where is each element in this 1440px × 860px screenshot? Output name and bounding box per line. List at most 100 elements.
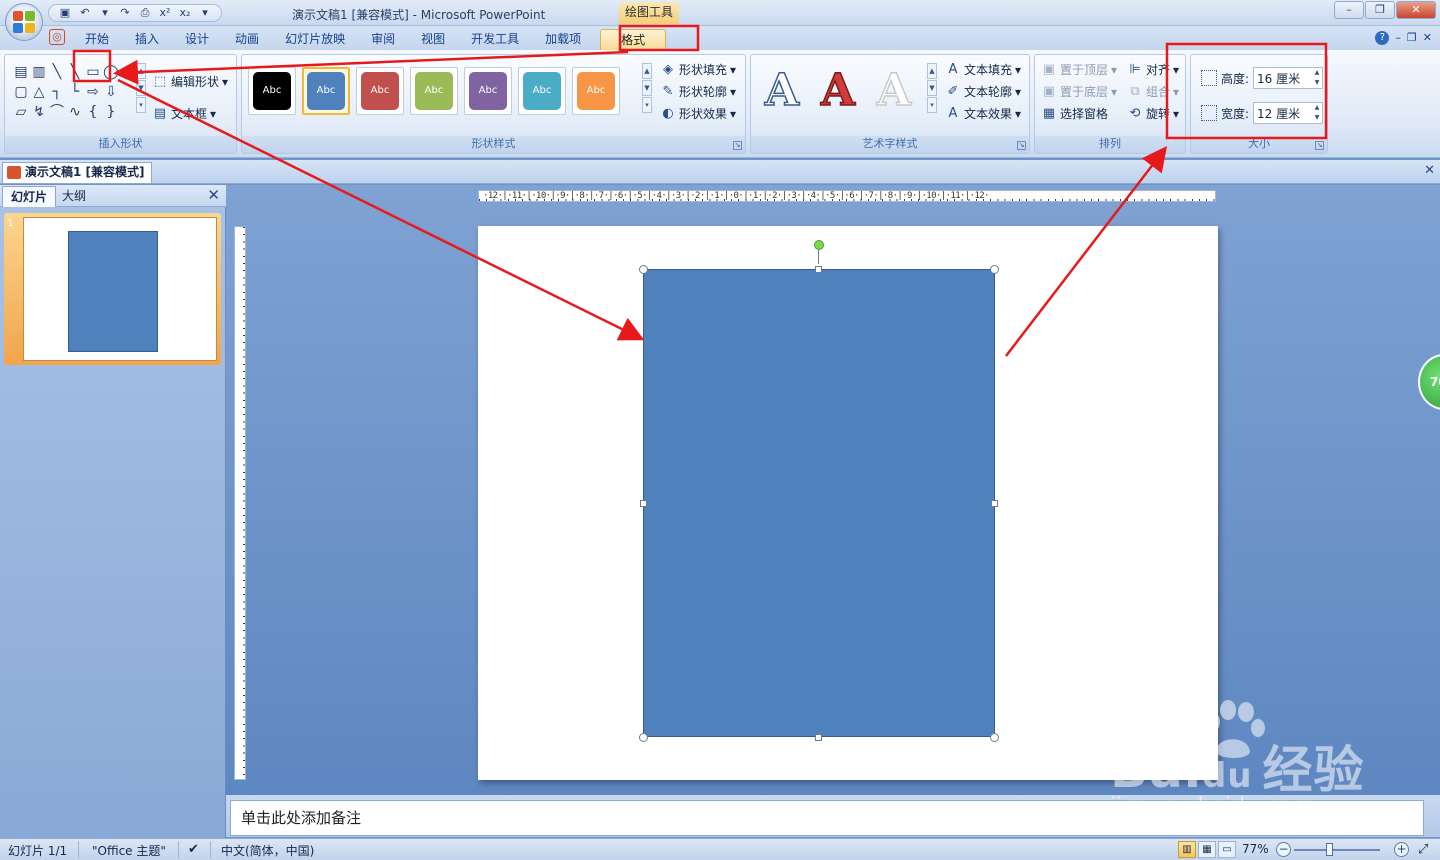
- selected-rectangle-shape[interactable]: [643, 269, 995, 737]
- slideshow-view-icon[interactable]: ▭: [1218, 841, 1236, 858]
- slide-sorter-icon[interactable]: ▦: [1198, 841, 1216, 858]
- scroll-up-icon[interactable]: ▲: [136, 63, 146, 79]
- shape-tool-10[interactable]: └: [66, 83, 84, 103]
- undo-icon[interactable]: ↶: [77, 6, 93, 20]
- shape-style-4[interactable]: Abc: [464, 67, 512, 115]
- shape-tool-0[interactable]: ▤: [12, 63, 30, 83]
- shape-tool-18[interactable]: {: [84, 103, 102, 123]
- tab-outline[interactable]: 大纲: [54, 186, 94, 207]
- shape-tool-14[interactable]: ▱: [12, 103, 30, 123]
- redo-icon[interactable]: ↷: [117, 6, 133, 20]
- addin-icon[interactable]: ◎: [49, 29, 65, 45]
- close-icon[interactable]: ✕: [1396, 1, 1436, 19]
- shape-tool-1[interactable]: ▥: [30, 63, 48, 83]
- shape-tool-3[interactable]: ╲: [66, 63, 84, 83]
- tab-animation[interactable]: 动画: [222, 29, 272, 50]
- wordart-style-2[interactable]: A: [869, 64, 919, 117]
- scroll-down-icon[interactable]: ▼: [136, 80, 146, 96]
- help-icon[interactable]: ?: [1375, 31, 1390, 45]
- wordart-style-1[interactable]: A: [813, 64, 863, 117]
- close-document-icon[interactable]: ✕: [1424, 163, 1435, 178]
- more-icon[interactable]: ▾: [642, 97, 652, 113]
- shape-fill-button[interactable]: ◈ 形状填充 ▾: [660, 61, 736, 78]
- scroll-up-icon[interactable]: ▲: [927, 63, 937, 79]
- maximize-icon[interactable]: ❐: [1365, 1, 1395, 19]
- notes-input[interactable]: 单击此处添加备注: [230, 800, 1424, 836]
- spell-check-icon[interactable]: ✔: [188, 842, 199, 857]
- resize-handle-bottom-left[interactable]: [639, 733, 648, 742]
- tab-design[interactable]: 设计: [172, 29, 222, 50]
- resize-handle-left[interactable]: [640, 500, 647, 507]
- shape-tool-11[interactable]: ⇨: [84, 83, 102, 103]
- doc-restore-icon[interactable]: ❐: [1407, 31, 1417, 45]
- bring-to-front-button[interactable]: ▣ 置于顶层 ▾: [1041, 61, 1117, 78]
- tab-review[interactable]: 审阅: [358, 29, 408, 50]
- resize-handle-top[interactable]: [815, 266, 822, 273]
- tab-addins[interactable]: 加载项: [532, 29, 594, 50]
- shape-tool-4[interactable]: ▭: [84, 63, 102, 83]
- shape-style-1[interactable]: Abc: [302, 67, 350, 115]
- shape-tool-7[interactable]: ▢: [12, 83, 30, 103]
- customize-qat-icon[interactable]: ▾: [197, 6, 213, 20]
- scroll-down-icon[interactable]: ▼: [642, 80, 652, 96]
- rotation-handle[interactable]: [814, 240, 824, 250]
- wordart-style-0[interactable]: A: [757, 64, 807, 117]
- width-spinner[interactable]: ▲ ▼: [1312, 103, 1322, 123]
- scroll-down-icon[interactable]: ▼: [927, 80, 937, 96]
- dialog-launcher-icon[interactable]: ↘: [733, 141, 742, 150]
- shape-tool-16[interactable]: ⌒: [48, 103, 66, 123]
- status-theme[interactable]: "Office 主题": [92, 842, 166, 859]
- width-input[interactable]: 12 厘米 ▲ ▼: [1253, 102, 1324, 124]
- shape-style-6[interactable]: Abc: [572, 67, 620, 115]
- dialog-launcher-icon[interactable]: ↘: [1315, 141, 1324, 150]
- text-box-button[interactable]: ▤ 文本框 ▾: [152, 105, 216, 122]
- resize-handle-bottom[interactable]: [815, 734, 822, 741]
- resize-handle-bottom-right[interactable]: [990, 733, 999, 742]
- scroll-up-icon[interactable]: ▲: [642, 63, 652, 79]
- shape-tool-9[interactable]: ┐: [48, 83, 66, 103]
- more-icon[interactable]: ▾: [927, 97, 937, 113]
- zoom-slider-track[interactable]: [1294, 849, 1380, 851]
- tab-home[interactable]: 开始: [72, 29, 122, 50]
- normal-view-icon[interactable]: ▥: [1178, 841, 1196, 858]
- shape-tool-15[interactable]: ↯: [30, 103, 48, 123]
- subscript-icon[interactable]: x₂: [177, 6, 193, 20]
- shape-tool-2[interactable]: ╲: [48, 63, 66, 83]
- group-button[interactable]: ⧉ 组合 ▾: [1127, 83, 1179, 100]
- selection-pane-button[interactable]: ▦ 选择窗格: [1041, 105, 1108, 122]
- text-outline-button[interactable]: ✐ 文本轮廓 ▾: [945, 83, 1022, 100]
- send-to-back-button[interactable]: ▣ 置于底层 ▾: [1041, 83, 1117, 100]
- tab-slides[interactable]: 幻灯片: [2, 186, 57, 207]
- close-pane-icon[interactable]: ✕: [207, 186, 220, 204]
- shape-tool-17[interactable]: ∿: [66, 103, 84, 123]
- zoom-percent[interactable]: 77%: [1242, 842, 1269, 856]
- office-button[interactable]: [5, 3, 43, 41]
- zoom-slider-thumb[interactable]: [1326, 843, 1333, 856]
- status-language[interactable]: 中文(简体，中国): [221, 842, 314, 859]
- shape-tool-5[interactable]: ◯: [102, 63, 120, 83]
- slide-thumbnail-selected[interactable]: 1: [4, 213, 221, 365]
- save-icon[interactable]: ▣: [57, 6, 73, 20]
- text-effects-button[interactable]: A 文本效果 ▾: [945, 105, 1022, 122]
- zoom-in-icon[interactable]: +: [1394, 842, 1409, 857]
- more-icon[interactable]: ▾: [136, 97, 146, 113]
- shape-style-3[interactable]: Abc: [410, 67, 458, 115]
- align-button[interactable]: ⊫ 对齐 ▾: [1127, 61, 1179, 78]
- minimize-icon[interactable]: –: [1334, 1, 1364, 19]
- height-spinner[interactable]: ▲ ▼: [1312, 68, 1322, 88]
- resize-handle-top-right[interactable]: [990, 265, 999, 274]
- shape-tool-8[interactable]: △: [30, 83, 48, 103]
- shape-outline-button[interactable]: ✎ 形状轮廓 ▾: [660, 83, 737, 100]
- zoom-out-icon[interactable]: −: [1276, 842, 1291, 857]
- edit-shape-button[interactable]: ⬚ 编辑形状 ▾: [152, 73, 228, 90]
- resize-handle-right[interactable]: [991, 500, 998, 507]
- tab-format[interactable]: 格式: [600, 29, 667, 50]
- tab-insert[interactable]: 插入: [122, 29, 172, 50]
- tab-developer[interactable]: 开发工具: [458, 29, 532, 50]
- height-input[interactable]: 16 厘米 ▲ ▼: [1253, 67, 1324, 89]
- document-tab[interactable]: 演示文稿1 [兼容模式]: [2, 162, 152, 183]
- slide-thumbnail[interactable]: [23, 217, 217, 361]
- text-fill-button[interactable]: A 文本填充 ▾: [945, 61, 1022, 78]
- shape-style-5[interactable]: Abc: [518, 67, 566, 115]
- tab-view[interactable]: 视图: [408, 29, 458, 50]
